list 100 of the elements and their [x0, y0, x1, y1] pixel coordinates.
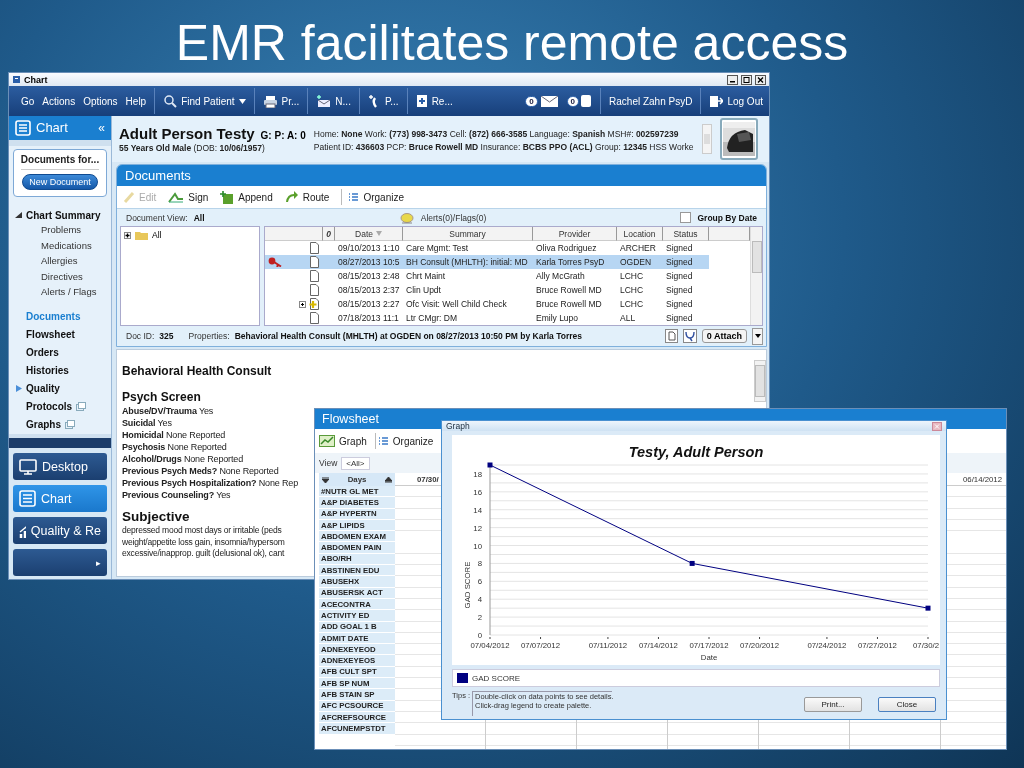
table-cell-text: Oliva Rodriguez [535, 242, 598, 255]
toolbar-button[interactable]: Append [220, 190, 273, 204]
column-header[interactable]: Summary [403, 227, 533, 241]
x-tick-mark [927, 637, 929, 639]
search-icon [163, 94, 178, 108]
logout-button[interactable]: Log Out [709, 94, 763, 108]
row-icons-cell[interactable] [265, 255, 323, 269]
toolbar-button[interactable]: Graph [319, 435, 367, 447]
sidebar-subitem[interactable]: Problems [15, 224, 111, 240]
data-point[interactable] [925, 605, 931, 611]
new-document-button[interactable]: New Document [22, 174, 98, 191]
patient-name: Adult Person Testy [119, 125, 255, 142]
toolbar-button[interactable]: Sign [168, 191, 209, 203]
column-header[interactable]: Date [335, 227, 403, 241]
navigation-button[interactable]: ▸ [13, 549, 107, 576]
sidebar-subitem[interactable]: Alerts / Flags [15, 286, 111, 302]
panel-title: Flowsheet [322, 412, 379, 426]
data-point[interactable] [689, 560, 695, 566]
navigation-button[interactable]: Chart [13, 485, 107, 512]
line-chart-icon [319, 435, 335, 447]
table-cell: Signed [663, 255, 709, 269]
table-cell: OGDEN [617, 255, 663, 269]
patient-demographics: 55 Years Old Male (DOB: 10/06/1957) [119, 143, 266, 153]
toolbar-button[interactable]: Find Patient [163, 94, 246, 108]
table-cell-text: 09/10/2013 1:10 [337, 242, 401, 255]
note-line: depressed mood most days or irritable (peds [122, 525, 282, 537]
menu-item[interactable]: Help [125, 95, 147, 107]
note-line: Previous Counseling? Yes [122, 489, 231, 501]
table-cell-text: 08/15/2013 2:48 [337, 270, 401, 283]
scrollbar[interactable] [754, 360, 766, 402]
close-icon[interactable] [755, 74, 766, 85]
note-line: Alcohol/Drugs None Reported [122, 453, 243, 465]
data-point[interactable] [487, 462, 493, 468]
expand-toggle-icon[interactable] [299, 300, 306, 308]
list-icon [15, 119, 31, 136]
sidebar-item[interactable]: Chart Summary [26, 209, 101, 221]
toolbar-button[interactable]: Organize [377, 435, 434, 447]
toolbar-button[interactable]: Organize [348, 191, 404, 203]
app-icon [12, 75, 21, 84]
collapse-button[interactable]: « [98, 120, 105, 135]
sidebar-item[interactable]: Protocols [26, 401, 73, 413]
collapsed-arrow-icon[interactable] [15, 385, 22, 393]
print-button[interactable]: Print... [804, 697, 862, 712]
scrollbar[interactable] [701, 124, 712, 154]
sidebar-subitem[interactable]: Directives [15, 270, 111, 287]
column-header[interactable]: Status [663, 227, 709, 241]
toolbar-button[interactable]: Route [284, 190, 330, 204]
sidebar-subitem[interactable]: Medications [15, 239, 111, 256]
expanded-arrow-icon[interactable] [15, 211, 22, 219]
column-header[interactable]: 0 [323, 227, 335, 241]
grid-icon [348, 192, 360, 202]
menu-item[interactable]: Actions [42, 95, 76, 107]
x-tick-mark [607, 637, 609, 639]
envelope-icon[interactable] [538, 94, 559, 108]
alerts-flags-link[interactable]: Alerts(0)/Flags(0) [420, 212, 487, 223]
table-cell-text: 07/18/2013 11:1 [337, 312, 400, 325]
eject-icon [385, 476, 392, 483]
sidebar-item[interactable]: Orders [26, 347, 59, 359]
door-icon [709, 94, 724, 108]
menu-item[interactable]: Options [83, 95, 118, 107]
sidebar-item[interactable]: Histories [26, 365, 69, 377]
tree-item[interactable]: All [152, 230, 162, 240]
legend[interactable]: GAD SCORE [452, 669, 940, 687]
dropdown-button[interactable] [752, 327, 763, 345]
splitter-handle[interactable] [9, 139, 111, 147]
sidebar-item[interactable]: Quality [26, 383, 60, 395]
expand-toggle-icon[interactable] [124, 231, 131, 239]
sidebar-item[interactable]: Graphs [26, 419, 61, 431]
stethoscope-icon[interactable] [682, 329, 697, 343]
column-header[interactable]: Provider [533, 227, 617, 241]
sidebar-item[interactable]: Flowsheet [26, 329, 75, 341]
alert-icon[interactable] [580, 94, 593, 108]
column-header[interactable]: Location [617, 227, 663, 241]
slide-title: EMR facilitates remote access [174, 14, 850, 72]
scrollbar[interactable] [750, 227, 762, 325]
note-line: Abuse/DV/Trauma Yes [122, 405, 214, 417]
group-by-date-checkbox[interactable] [680, 212, 692, 223]
document-icon [309, 284, 320, 296]
minimize-icon[interactable] [727, 74, 738, 85]
table-cell: Karla Torres PsyD [533, 255, 617, 269]
navigation-button[interactable]: Desktop [13, 453, 107, 480]
view-dropdown[interactable]: <All> [341, 456, 370, 470]
table-cell-text: Chrt Maint [405, 270, 447, 283]
toolbar-button[interactable]: Pr... [262, 94, 300, 108]
attach-button[interactable]: 0 Attach [701, 329, 747, 343]
sidebar-item[interactable]: Documents [26, 311, 81, 323]
navigation-button[interactable]: Quality & Re [13, 517, 107, 544]
route-arrows-icon [284, 190, 299, 204]
splitter-bar[interactable] [9, 433, 111, 448]
table-cell-text: Signed [665, 270, 694, 283]
toolbar-button[interactable]: Re... [415, 94, 453, 108]
document-icon[interactable] [664, 329, 678, 343]
toolbar-button[interactable]: N... [316, 94, 351, 108]
menu-item[interactable]: Go [21, 95, 35, 107]
toolbar-button[interactable]: P... [367, 94, 399, 108]
sidebar-subitem[interactable]: Allergies [15, 255, 111, 271]
alert-count-badge: 0 [566, 95, 580, 107]
close-button[interactable]: Close [878, 697, 936, 712]
table-cell: 08/27/2013 10:5 [335, 255, 403, 269]
maximize-icon[interactable] [741, 74, 752, 85]
